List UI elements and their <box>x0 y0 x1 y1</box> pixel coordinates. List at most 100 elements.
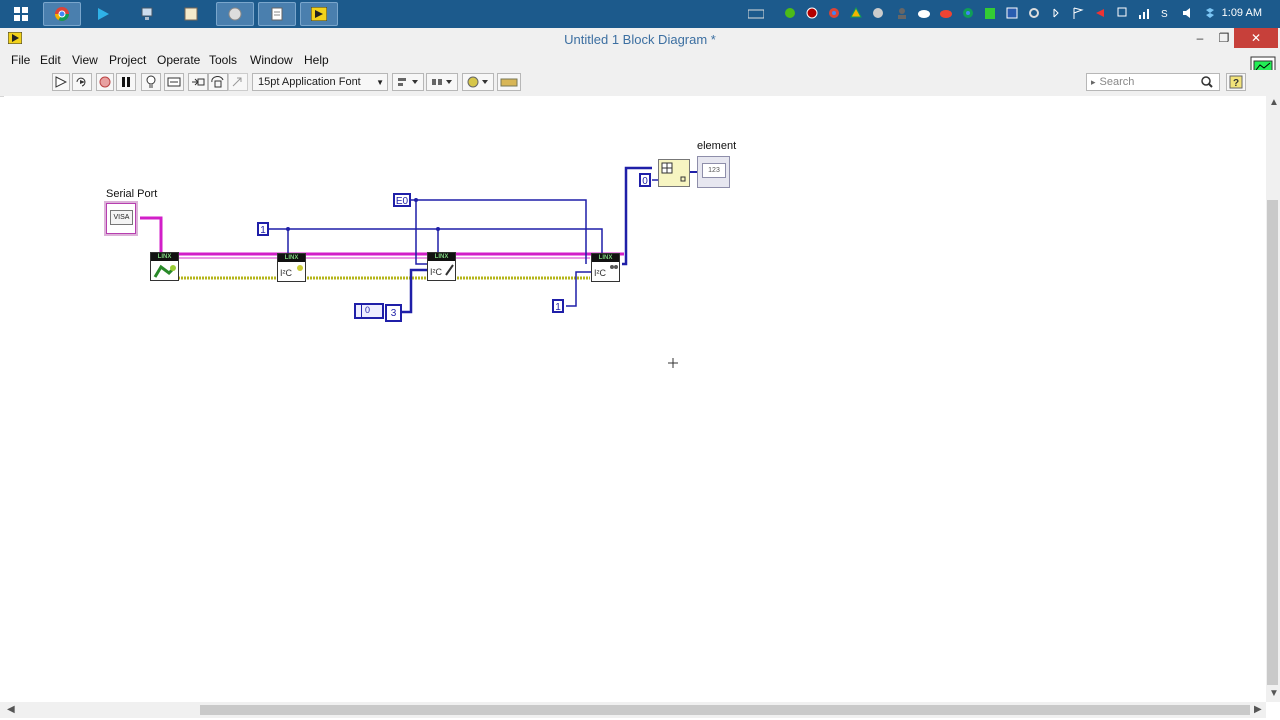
notepad-taskbar-button[interactable] <box>172 2 210 26</box>
shield-icon[interactable] <box>984 7 997 20</box>
signal-icon[interactable] <box>1138 7 1151 20</box>
skype-icon[interactable]: S <box>1160 7 1173 20</box>
serial-port-label: Serial Port <box>106 188 158 200</box>
network-status-icon[interactable] <box>1116 7 1129 20</box>
minimize-button[interactable]: – <box>1190 28 1210 48</box>
stop-icon <box>99 76 111 88</box>
drive-icon[interactable] <box>850 7 863 20</box>
search-icon[interactable] <box>1201 76 1213 88</box>
red-cloud-icon[interactable] <box>940 7 953 20</box>
volume-icon[interactable] <box>1182 7 1195 20</box>
close-button[interactable]: ✕ <box>1234 28 1278 48</box>
bluetooth-manager-icon[interactable] <box>1006 7 1019 20</box>
step-into-button[interactable] <box>188 73 208 91</box>
pause-icon <box>122 77 130 87</box>
menu-help[interactable]: Help <box>304 53 329 67</box>
scroll-down-icon[interactable]: ▼ <box>1269 688 1279 699</box>
person-icon[interactable] <box>896 7 909 20</box>
gear-icon[interactable] <box>1028 7 1041 20</box>
menu-view[interactable]: View <box>72 53 98 67</box>
dropbox-icon[interactable] <box>1204 7 1217 20</box>
linx-i2c-write-subvi[interactable]: LINX I²C <box>427 252 456 281</box>
menu-edit[interactable]: Edit <box>40 53 61 67</box>
chrome-tray-icon[interactable] <box>828 7 841 20</box>
run-button[interactable] <box>52 73 70 91</box>
svg-text:?: ? <box>1233 78 1239 89</box>
settings-tray-icon[interactable] <box>872 7 885 20</box>
menu-bar: File Edit View Project Operate Tools Win… <box>0 50 1280 84</box>
vertical-scroll-thumb[interactable] <box>1267 200 1278 685</box>
retain-wire-values-button[interactable] <box>164 73 184 91</box>
maximize-button[interactable]: ❐ <box>1214 28 1234 48</box>
abort-button[interactable] <box>96 73 114 91</box>
linx-header: LINX <box>428 253 455 261</box>
menu-file[interactable]: File <box>11 53 30 67</box>
font-select[interactable]: 15pt Application Font ▼ <box>252 73 388 91</box>
antivirus-icon[interactable] <box>1094 7 1107 20</box>
open-connection-icon <box>153 264 176 278</box>
bluetooth-icon[interactable] <box>1050 7 1063 20</box>
reorder-button[interactable] <box>462 73 494 91</box>
index-constant-zero[interactable]: 0 <box>639 173 651 187</box>
scroll-up-icon[interactable]: ▲ <box>1269 97 1279 108</box>
chrome-icon <box>55 7 69 21</box>
menu-operate[interactable]: Operate <box>157 53 200 67</box>
menu-tools[interactable]: Tools <box>209 53 237 67</box>
indicator-value: 123 <box>702 163 726 178</box>
step-over-button[interactable] <box>208 73 228 91</box>
keyboard-icon[interactable] <box>748 7 764 20</box>
array-element-zero: 0 <box>365 305 371 315</box>
linx-header: LINX <box>151 253 178 261</box>
pause-button[interactable] <box>116 73 136 91</box>
linx-header: LINX <box>592 254 619 262</box>
align-objects-button[interactable] <box>392 73 424 91</box>
green-status-icon[interactable] <box>784 7 797 20</box>
network-taskbar-button[interactable] <box>128 2 166 26</box>
numeric-constant-one-read[interactable]: 1 <box>552 299 564 313</box>
flag-icon[interactable] <box>1072 7 1085 20</box>
context-help-button[interactable]: ? <box>1226 73 1246 91</box>
horizontal-scroll-thumb[interactable] <box>200 705 1250 715</box>
scroll-right-icon[interactable]: ▶ <box>1254 704 1262 715</box>
linx-i2c-read-subvi[interactable]: LINX I²C <box>591 253 620 282</box>
distribute-objects-button[interactable] <box>426 73 458 91</box>
app-taskbar-button[interactable] <box>216 2 254 26</box>
linx-i2c-open-subvi[interactable]: LINX I²C <box>277 253 306 282</box>
labview-icon <box>311 7 327 21</box>
element-indicator[interactable]: 123 <box>697 156 730 188</box>
chrome-tray-icon-2[interactable] <box>962 7 975 20</box>
visa-resource-text: VISA <box>110 210 133 225</box>
clock[interactable]: 1:09 AM <box>1222 7 1262 19</box>
app2-taskbar-button[interactable] <box>258 2 296 26</box>
toolbar: 15pt Application Font ▼ ▸ Search ? <box>0 70 1280 97</box>
array-constant[interactable]: 0 <box>354 303 384 319</box>
menu-project[interactable]: Project <box>109 53 146 67</box>
step-out-button[interactable] <box>228 73 248 91</box>
scroll-left-icon[interactable]: ◀ <box>7 704 15 715</box>
chrome-taskbar-button[interactable] <box>43 2 81 26</box>
svg-text:I²C: I²C <box>280 268 292 278</box>
run-taskbar-button[interactable] <box>84 2 122 26</box>
search-input[interactable]: ▸ Search <box>1086 73 1220 91</box>
numeric-constant-one[interactable]: 1 <box>257 222 269 236</box>
document-icon <box>271 7 283 21</box>
record-icon[interactable] <box>806 7 819 20</box>
index-array-icon <box>661 162 686 182</box>
step-into-icon <box>192 78 205 86</box>
i2c-write-icon: I²C <box>430 264 454 277</box>
highlight-execution-button[interactable] <box>141 73 161 91</box>
i2c-read-icon: I²C <box>594 265 618 278</box>
labview-taskbar-button[interactable] <box>300 2 338 26</box>
hex-constant-e0[interactable]: E0 <box>393 193 411 207</box>
start-button[interactable] <box>2 2 40 26</box>
serial-port-visa-control[interactable]: VISA <box>106 203 136 234</box>
array-element-three[interactable]: 3 <box>385 304 402 322</box>
linx-open-subvi[interactable]: LINX <box>150 252 179 281</box>
menu-window[interactable]: Window <box>250 53 293 67</box>
clean-up-icon <box>500 78 518 87</box>
run-continuously-button[interactable] <box>72 73 92 91</box>
index-array-function[interactable] <box>658 159 690 187</box>
clean-up-diagram-button[interactable] <box>497 73 521 91</box>
cloud-icon[interactable] <box>918 7 931 20</box>
block-diagram-canvas[interactable]: Serial Port VISA LINX LINX I²C LINX I²C … <box>4 96 1266 702</box>
